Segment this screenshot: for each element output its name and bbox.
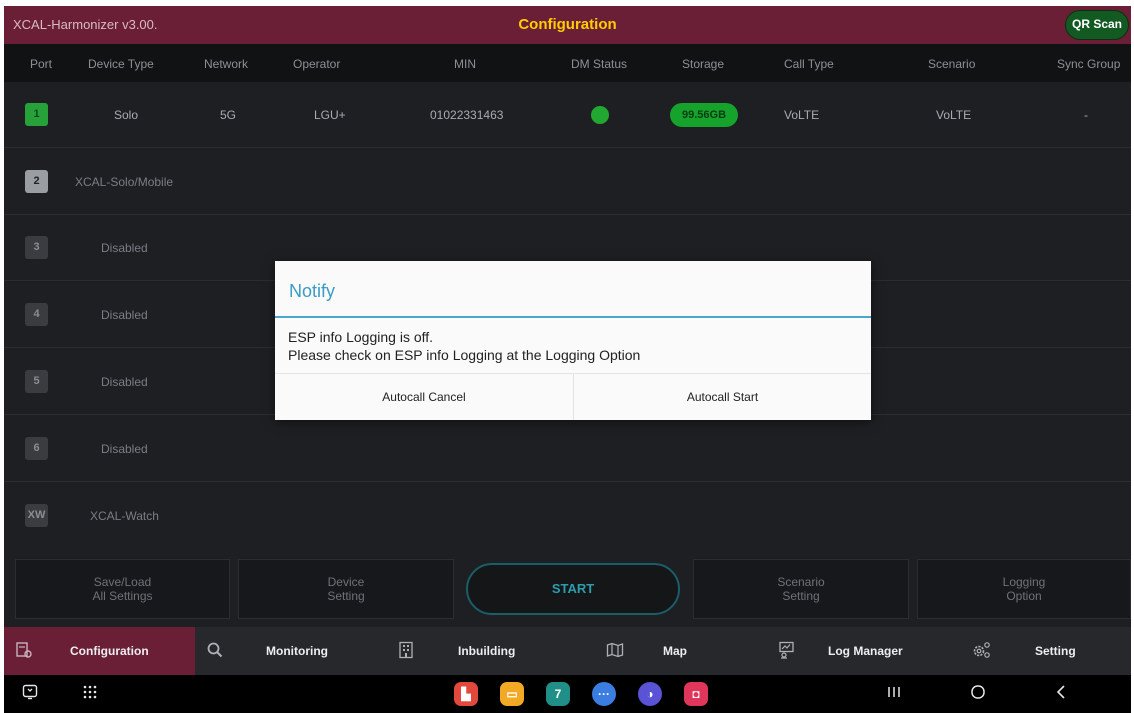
dialog-message-line: ESP info Logging is off. [288,329,434,345]
dialog-message: ESP info Logging is off. Please check on… [288,328,640,364]
dialog-message-line: Please check on ESP info Logging at the … [288,347,641,363]
dialog-divider [275,316,871,318]
dialog-overlay: Notify ESP info Logging is off. Please c… [0,0,1134,713]
dialog-title: Notify [289,281,336,301]
dialog-buttons: Autocall Cancel Autocall Start [275,373,871,420]
notify-dialog: Notify ESP info Logging is off. Please c… [275,261,871,420]
autocall-start-button[interactable]: Autocall Start [573,374,871,420]
autocall-cancel-button[interactable]: Autocall Cancel [275,374,573,420]
